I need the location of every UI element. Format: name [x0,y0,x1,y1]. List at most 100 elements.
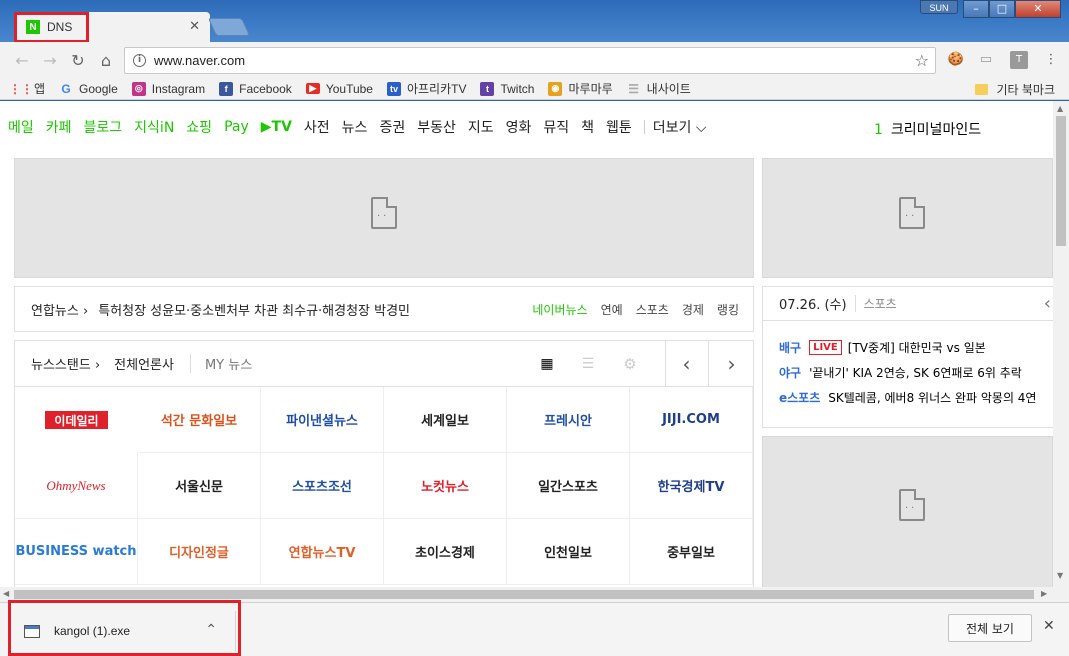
press-logo[interactable]: 세계일보 [384,387,507,453]
site-info-icon[interactable]: i [133,54,146,67]
press-logo[interactable]: 이데일리 [45,411,108,429]
address-bar[interactable]: i www.naver.com ☆ [124,47,936,74]
menu-item[interactable]: 카페 [46,117,72,137]
menu-item[interactable]: Pay [224,119,249,135]
other-bookmarks[interactable]: 기타 북마크 [975,81,1055,98]
bookmarks-bar: ⋮⋮ 앱 G Google ◎ Instagram f Facebook ▶ Y… [0,78,1069,100]
side-lower-ad[interactable]: ·· [762,436,1053,587]
back-arrow-icon[interactable]: ← [8,51,36,70]
bookmark-twitch[interactable]: t Twitch [480,81,534,96]
page-icon: ☰ [628,81,640,96]
bookmark-mysite[interactable]: ☰ 내사이트 [627,80,691,97]
home-icon[interactable]: ⌂ [92,51,120,70]
press-logo[interactable]: JIJI.COM [630,387,753,453]
reload-icon[interactable]: ↻ [64,51,92,70]
cookie-extension-icon[interactable]: 🍪 [947,51,965,69]
forward-arrow-icon[interactable]: → [36,51,64,70]
news-link[interactable]: 경제 [682,301,704,318]
news-link[interactable]: 스포츠 [636,301,669,318]
press-logo[interactable]: 한국경제TV [630,453,753,519]
maximize-button[interactable]: □ [989,0,1015,18]
bookmark-youtube[interactable]: ▶ YouTube [305,82,373,96]
tab-close-icon[interactable]: ✕ [189,19,200,34]
next-arrow-icon[interactable]: › [708,341,754,387]
window-close-button[interactable]: ✕ [1015,0,1061,18]
bookmark-facebook[interactable]: f Facebook [219,81,292,96]
press-logo[interactable]: OhmyNews [15,453,138,519]
scroll-right-icon[interactable]: ▶ [1041,589,1047,598]
menu-item[interactable]: 쇼핑 [186,117,212,137]
menu-item[interactable]: 웹툰 [606,117,632,137]
bookmark-star-icon[interactable]: ☆ [915,51,929,70]
press-logo[interactable]: 파이낸셜뉴스 [261,387,384,453]
menu-item[interactable]: 증권 [379,117,405,137]
section-tag[interactable]: 스포츠 [854,295,897,312]
bookmark-marumaru[interactable]: ◉ 마루마루 [548,80,613,97]
newsstand-title[interactable]: 뉴스스탠드 › [31,354,100,373]
scroll-down-icon[interactable]: ▼ [1057,571,1063,580]
news-link[interactable]: 네이버뉴스 [532,301,587,318]
grid-view-icon[interactable]: ▦ [537,341,557,387]
more-menu-button[interactable]: 더보기 ⌵ [653,117,707,137]
press-logo[interactable]: 연합뉴스TV [261,519,384,585]
press-logo[interactable]: 초이스경제 [384,519,507,585]
bookmark-apps[interactable]: ⋮⋮ 앱 [9,80,45,97]
menu-item[interactable]: ▶TV [261,119,292,135]
press-logo[interactable]: 서울신문 [138,453,261,519]
menu-item[interactable]: 부동산 [417,117,456,137]
menu-item[interactable]: 블로그 [84,117,123,137]
press-logo[interactable]: BUSINESS watch [15,519,138,585]
menu-item[interactable]: 메일 [8,117,34,137]
press-logo[interactable]: 중부일보 [630,519,753,585]
news-source[interactable]: 연합뉴스 › [31,300,88,319]
news-headline[interactable]: 특허청장 성윤모·중소벤처부 차관 최수규·해경청장 박경민 [98,300,410,319]
menu-kebab-icon[interactable]: ⋮ [1042,51,1060,69]
menu-item[interactable]: 책 [581,117,594,137]
press-logo[interactable]: 디자인정글 [138,519,261,585]
menu-item[interactable]: 뉴스 [342,117,368,137]
press-logo[interactable]: 석간 문화일보 [138,387,261,453]
press-logo[interactable]: 일간스포츠 [507,453,630,519]
list-item[interactable]: 배구 LIVE [TV중계] 대한민국 vs 일본 [779,335,1053,360]
tab-my-news[interactable]: MY 뉴스 [189,354,252,373]
menu-item[interactable]: 영화 [506,117,532,137]
vertical-scroll-thumb[interactable] [1056,116,1066,246]
tab-all-press[interactable]: 전체언론사 [114,354,174,373]
t-extension-icon[interactable]: T [1010,51,1028,69]
horizontal-scroll-thumb[interactable] [14,590,1034,599]
press-logo[interactable]: 인천일보 [507,519,630,585]
bookmark-instagram[interactable]: ◎ Instagram [131,81,205,96]
menu-item[interactable]: 뮤직 [543,117,569,137]
main-banner-ad[interactable]: ·· [14,158,754,278]
news-link[interactable]: 랭킹 [717,301,739,318]
new-tab-button[interactable] [207,18,251,36]
press-logo[interactable]: 프레시안 [507,387,630,453]
newsstand-panel: 뉴스스탠드 › 전체언론사 MY 뉴스 ▦ ☰ ⚙ ‹ › 이데일리 석간 문화일… [14,340,754,587]
prev-arrow-icon[interactable]: ‹ [1044,293,1051,314]
list-item[interactable]: e스포츠 SK텔레콤, 에버8 위너스 완파 악몽의 4연 [779,385,1053,410]
trend-rank: 1 [874,122,883,138]
bookmark-afreecatv[interactable]: tv 아프리카TV [386,80,466,97]
cast-extension-icon[interactable]: ▭ [977,51,995,69]
prev-arrow-icon[interactable]: ‹ [665,341,707,387]
press-logo[interactable]: 노컷뉴스 [384,453,507,519]
scroll-left-icon[interactable]: ◀ [3,589,9,598]
news-link[interactable]: 연예 [601,301,623,318]
menu-item[interactable]: 지도 [468,117,494,137]
settings-gear-icon[interactable]: ⚙ [619,341,641,387]
press-logo[interactable]: 스포츠조선 [261,453,384,519]
vertical-scrollbar[interactable]: ▲ ▼ [1053,101,1069,587]
list-item[interactable]: 야구 '끝내기' KIA 2연승, SK 6연패로 6위 추락 [779,360,1053,385]
menu-item[interactable]: 지식iN [134,117,174,137]
sports-header: 07.26. (수) 스포츠 ‹ [763,287,1053,321]
side-banner-ad[interactable]: ·· [762,158,1053,278]
trending-keyword[interactable]: 1 크리미널마인드 [874,119,981,139]
menu-item[interactable]: 사전 [304,117,330,137]
scroll-up-icon[interactable]: ▲ [1057,104,1063,113]
close-download-shelf-icon[interactable]: ✕ [1043,618,1055,634]
bookmark-google[interactable]: G Google [59,82,117,96]
show-all-downloads-button[interactable]: 전체 보기 [948,614,1032,642]
list-view-icon[interactable]: ☰ [577,341,599,387]
minimize-button[interactable]: – [963,0,989,18]
user-profile-button[interactable]: SUN [920,0,958,14]
